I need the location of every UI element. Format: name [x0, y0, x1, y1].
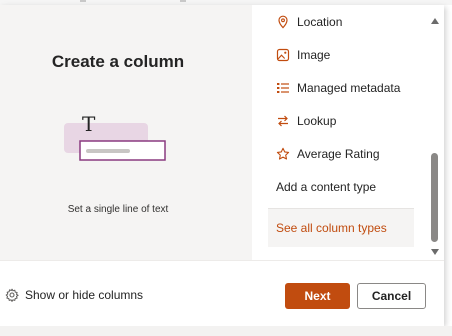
column-type-label: Location	[297, 15, 343, 29]
preview-caption: Set a single line of text	[67, 204, 169, 215]
illustration-text-line	[86, 149, 130, 153]
background-mark	[180, 0, 186, 2]
text-cursor-glyph: T	[82, 112, 96, 136]
next-button[interactable]: Next	[285, 283, 350, 309]
column-type-managed-metadata[interactable]: Managed metadata	[268, 74, 414, 102]
gear-icon	[5, 288, 19, 302]
dialog-footer: Show or hide columns Next Cancel	[0, 260, 444, 327]
single-line-text-illustration: T	[64, 112, 166, 161]
see-all-column-types-link[interactable]: See all column types	[268, 208, 414, 247]
cancel-button[interactable]: Cancel	[357, 283, 426, 309]
page-background	[0, 326, 452, 336]
list-scrollbar[interactable]	[427, 10, 443, 260]
image-icon	[276, 48, 290, 62]
column-type-location[interactable]: Location	[268, 8, 414, 36]
preview-title: Create a column	[51, 52, 185, 71]
column-type-add-content-type[interactable]: Add a content type	[268, 173, 414, 201]
managed-metadata-icon	[277, 83, 289, 93]
show-hide-columns-label: Show or hide columns	[25, 288, 144, 302]
lookup-arrows-icon	[278, 115, 288, 127]
location-pin-icon	[278, 15, 288, 29]
column-type-label: Managed metadata	[297, 81, 401, 95]
scroll-up-arrow-icon[interactable]	[431, 18, 439, 24]
preview-pane: Create a column T Set a single line of t…	[0, 5, 252, 260]
column-type-label: Image	[297, 48, 331, 62]
show-hide-columns-link[interactable]: Show or hide columns	[5, 288, 143, 302]
scrollbar-thumb[interactable]	[431, 153, 438, 242]
see-all-label: See all column types	[276, 221, 387, 235]
background-mark	[80, 0, 86, 2]
create-column-dialog: Create a column T Set a single line of t…	[0, 5, 444, 327]
column-type-label: Add a content type	[276, 180, 377, 194]
column-type-label: Average Rating	[297, 147, 380, 161]
scroll-down-arrow-icon[interactable]	[431, 249, 439, 255]
column-type-lookup[interactable]: Lookup	[268, 107, 414, 135]
star-icon	[276, 147, 290, 160]
column-type-label: Lookup	[297, 114, 337, 128]
column-type-average-rating[interactable]: Average Rating	[268, 140, 414, 168]
column-type-image[interactable]: Image	[268, 41, 414, 69]
